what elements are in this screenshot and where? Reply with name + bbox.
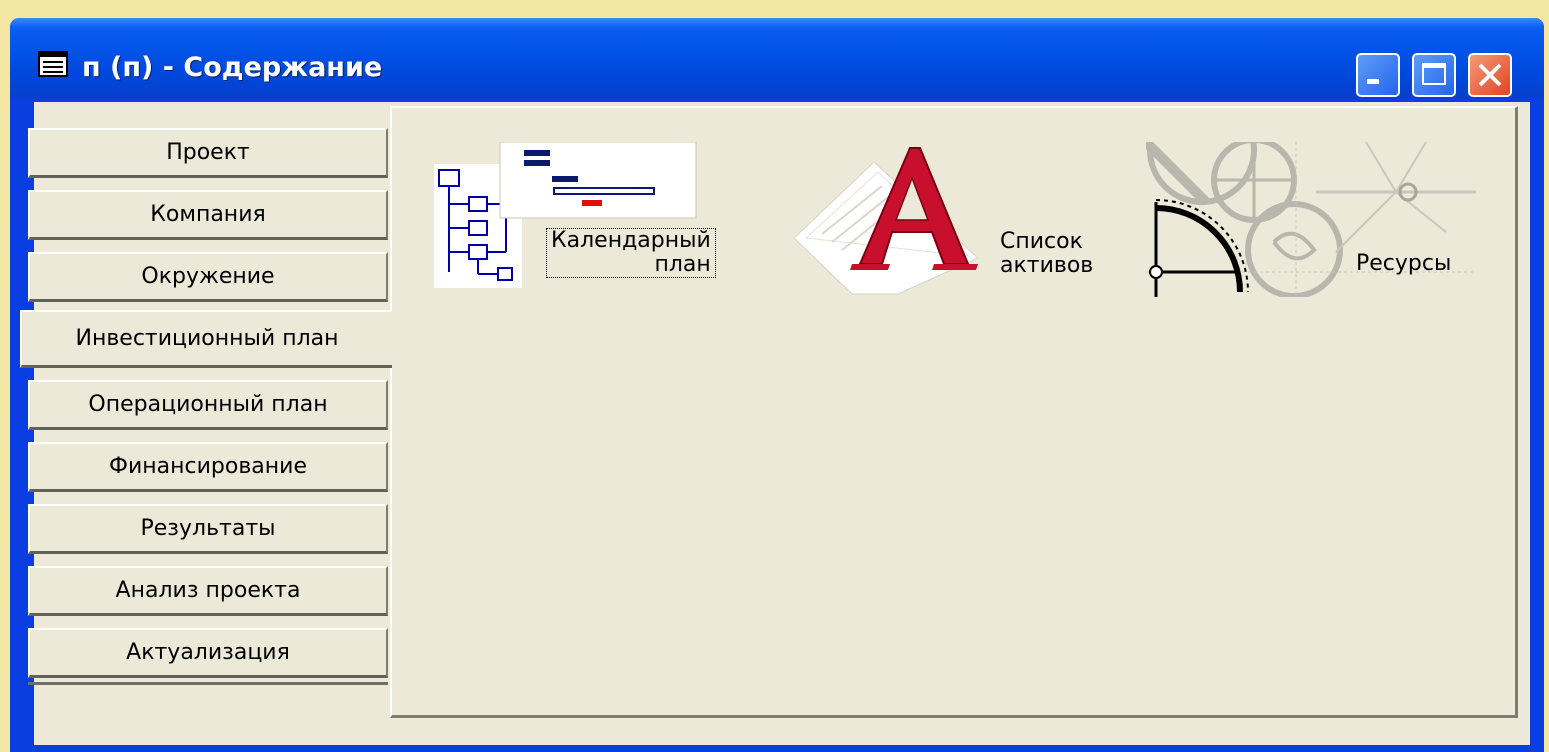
content-panel: Календарный план Список активов Ресурсы xyxy=(390,106,1518,718)
module-asset-list-label: Список активов xyxy=(1000,229,1094,278)
maximize-button[interactable] xyxy=(1412,53,1456,97)
module-calendar-plan-label: Календарный план xyxy=(546,228,716,278)
tab-operational-plan[interactable]: Операционный план xyxy=(28,380,388,430)
tab-company[interactable]: Компания xyxy=(28,190,388,240)
tab-investment-plan[interactable]: Инвестиционный план xyxy=(20,310,392,368)
tab-actualization[interactable]: Актуализация xyxy=(28,628,388,678)
module-calendar-plan[interactable]: Календарный план xyxy=(434,142,764,342)
title-bar[interactable]: п (п) - Содержание xyxy=(10,18,1544,98)
close-button[interactable] xyxy=(1468,53,1512,97)
close-icon xyxy=(1478,63,1502,87)
tab-results[interactable]: Результаты xyxy=(28,504,388,554)
letter-a-document-icon xyxy=(793,147,979,295)
module-asset-list[interactable]: Список активов xyxy=(792,142,1122,302)
window-document-icon[interactable] xyxy=(38,51,68,77)
maximize-icon xyxy=(1422,63,1446,85)
tab-list-bottom-edge xyxy=(28,682,388,685)
tab-project[interactable]: Проект xyxy=(28,128,388,178)
module-resources-label: Ресурсы xyxy=(1356,251,1452,276)
minimize-button[interactable] xyxy=(1356,53,1400,97)
tab-project-analysis[interactable]: Анализ проекта xyxy=(28,566,388,616)
window-title: п (п) - Содержание xyxy=(82,52,383,83)
minimize-icon xyxy=(1367,79,1379,84)
module-resources[interactable]: Ресурсы xyxy=(1146,142,1486,302)
tab-environment[interactable]: Окружение xyxy=(28,252,388,302)
tab-financing[interactable]: Финансирование xyxy=(28,442,388,492)
